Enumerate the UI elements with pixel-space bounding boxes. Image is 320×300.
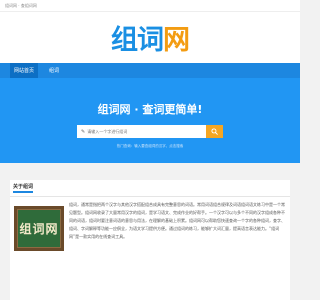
main-nav: 网站首页 组词 — [0, 63, 300, 78]
search-hint: 热门查询：输入要查组词的汉字，点击搜索 — [116, 144, 184, 148]
chalkboard-text: 组词网 — [19, 221, 59, 236]
about-content: 组词网 组词，通常是指把两个汉字与其他汉字搭配组合成具有完整意思的词语。常用词语… — [10, 197, 290, 300]
search-button[interactable] — [206, 125, 223, 138]
search-box: ✎ — [77, 125, 206, 138]
chalkboard-image: 组词网 — [14, 206, 64, 251]
header: 组词网 — [0, 12, 300, 63]
nav-item-zuci[interactable]: 组词 — [45, 63, 63, 78]
search-bar: ✎ — [77, 125, 223, 138]
site-logo[interactable]: 组词网 — [111, 18, 190, 57]
about-header: 关于组词 — [10, 180, 290, 197]
about-heading: 关于组词 — [13, 183, 34, 193]
hero-banner: 组词网 · 查词更简单! ✎ 热门查询：输入要查组词的汉字，点击搜索 — [0, 78, 300, 163]
about-section: 关于组词 组词网 组词，通常是指把两个汉字与其他汉字搭配组合成具有完整意思的词语… — [10, 180, 290, 300]
logo-text-part2: 网 — [163, 25, 190, 56]
logo-text-part1: 组词 — [111, 25, 164, 56]
search-icon — [211, 128, 218, 135]
nav-item-home[interactable]: 网站首页 — [10, 63, 39, 78]
hero-title: 组词网 · 查词更简单! — [97, 103, 203, 116]
top-bar-text: 组词网 · 查组词网 — [5, 2, 37, 8]
search-input[interactable] — [87, 129, 206, 134]
top-bar: 组词网 · 查组词网 — [0, 0, 300, 12]
pencil-icon: ✎ — [81, 128, 86, 135]
